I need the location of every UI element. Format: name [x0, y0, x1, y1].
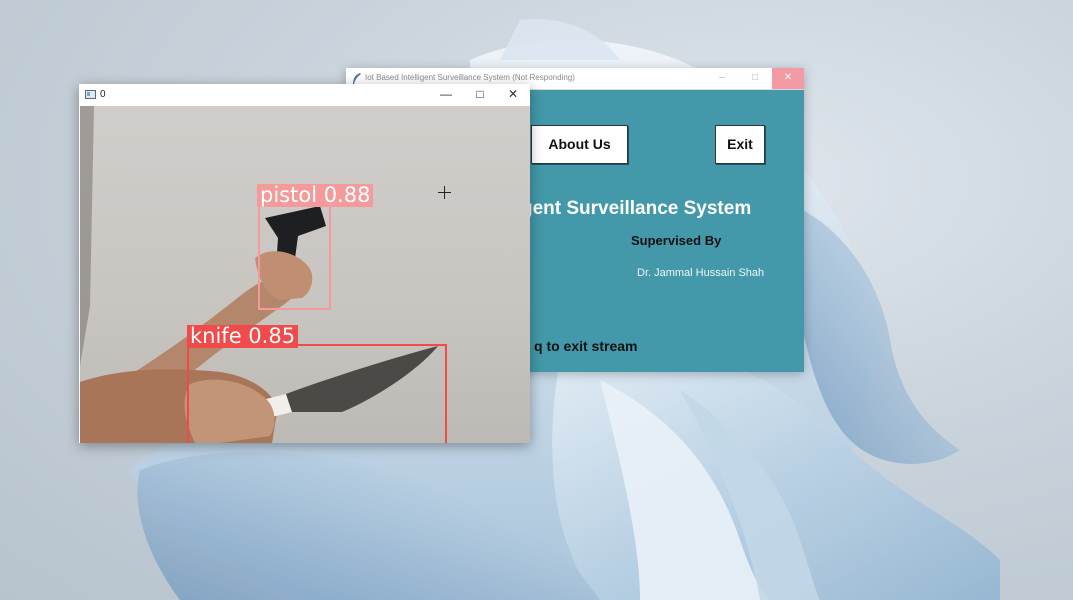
tk-maximize-button[interactable]: □ [739, 68, 771, 89]
pistol-detection-box [258, 201, 331, 310]
app-heading: gent Surveillance System [521, 198, 752, 219]
supervised-by-label: Supervised By [631, 233, 722, 248]
knife-detection-label: knife 0.85 [187, 325, 299, 348]
exit-stream-hint: q to exit stream [534, 338, 638, 354]
video-frame: pistol 0.88 knife 0.85 [80, 106, 530, 443]
cv-minimize-button[interactable]: — [431, 84, 461, 106]
desktop: Iot Based Intelligent Surveillance Syste… [0, 0, 1073, 600]
about-us-button[interactable]: About Us [531, 125, 628, 164]
pistol-detection-label: pistol 0.88 [257, 184, 374, 207]
cv-window-title: 0 [100, 89, 106, 100]
tk-close-button[interactable]: ✕ [772, 68, 804, 89]
tk-window-title: Iot Based Intelligent Surveillance Syste… [365, 73, 575, 82]
tk-minimize-button[interactable]: – [706, 68, 738, 89]
crosshair-cursor-icon [438, 186, 451, 199]
knife-detection-box [187, 344, 447, 443]
exit-button[interactable]: Exit [715, 125, 765, 164]
camera-stream-window: 0 — □ ✕ pistol 0.88 knife 0.85 [79, 84, 530, 443]
cv-titlebar[interactable]: 0 — □ ✕ [79, 84, 530, 106]
feather-icon [353, 73, 361, 84]
cv-maximize-button[interactable]: □ [465, 84, 495, 106]
supervisor-name: Dr. Jammal Hussain Shah [637, 267, 765, 279]
cv-close-button[interactable]: ✕ [498, 84, 528, 106]
window-icon [85, 90, 96, 99]
